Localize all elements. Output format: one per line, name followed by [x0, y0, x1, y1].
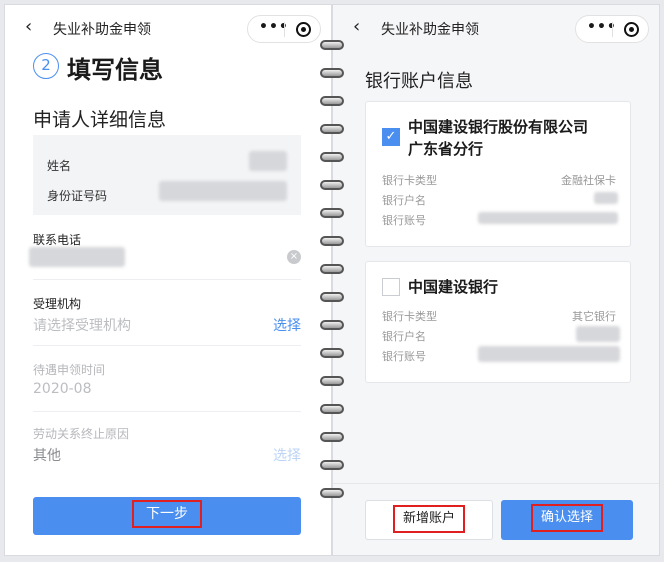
card-type-value: 其它银行 — [572, 310, 616, 323]
mini-program-capsule: ••• — [575, 15, 649, 43]
binder-ring — [320, 96, 344, 106]
account-number-redacted — [478, 212, 618, 224]
binder-ring — [320, 152, 344, 162]
clear-icon[interactable]: × — [287, 250, 301, 264]
holder-name-redacted — [594, 192, 618, 204]
right-screen: ‹ 失业补助金申领 ••• 银行账户信息 ✓ 中国建设银行股份有限公司 广东省分… — [332, 4, 660, 556]
binder-ring — [320, 488, 344, 498]
bank-account-card[interactable]: ✓ 中国建设银行股份有限公司 广东省分行 银行卡类型 金融社保卡 银行户名 银行… — [365, 101, 631, 247]
agency-select-link[interactable]: 选择 — [273, 315, 301, 335]
binder-ring — [320, 264, 344, 274]
account-number-label: 银行账号 — [382, 214, 426, 227]
next-step-button[interactable]: 下一步 — [33, 497, 301, 535]
mini-program-capsule: ••• — [247, 15, 321, 43]
bank-section-title: 银行账户信息 — [365, 71, 473, 92]
close-target-icon[interactable] — [624, 22, 639, 37]
account-number-label: 银行账号 — [382, 350, 426, 363]
nav-title: 失业补助金申领 — [381, 22, 479, 38]
holder-name-label: 银行户名 — [382, 330, 426, 343]
divider — [33, 411, 301, 412]
binder-ring — [320, 404, 344, 414]
termination-reason-value: 其他 — [33, 448, 61, 464]
step-title: 填写信息 — [67, 56, 163, 84]
binder-ring — [320, 376, 344, 386]
bank-name-line1: 中国建设银行 — [408, 278, 499, 296]
name-label: 姓名 — [47, 159, 72, 173]
step-number-badge: 2 — [33, 53, 59, 79]
benefit-time-value: 2020-08 — [33, 381, 92, 397]
checkbox-checked-icon[interactable]: ✓ — [382, 128, 400, 146]
checkbox-unchecked-icon[interactable] — [382, 278, 400, 296]
capsule-divider — [284, 22, 285, 37]
agency-label: 受理机构 — [33, 297, 82, 311]
card-type-label: 银行卡类型 — [382, 310, 437, 323]
bank-name-line1: 中国建设银行股份有限公司 — [408, 118, 589, 136]
applicant-info-box: 姓名 身份证号码 — [33, 135, 301, 215]
confirm-selection-button[interactable]: 确认选择 — [501, 500, 633, 540]
termination-reason-label: 劳动关系终止原因 — [33, 427, 130, 441]
account-number-redacted — [478, 346, 620, 362]
divider — [33, 279, 301, 280]
id-number-redacted — [159, 181, 287, 201]
binder-ring — [320, 40, 344, 50]
bank-name-line2: 广东省分行 — [408, 140, 484, 158]
bank-account-card[interactable]: 中国建设银行 银行卡类型 其它银行 银行户名 银行账号 — [365, 261, 631, 383]
close-target-icon[interactable] — [296, 22, 311, 37]
footer-action-bar: 新增账户 确认选择 — [333, 483, 659, 555]
confirm-selection-label: 确认选择 — [530, 504, 603, 532]
binder-ring — [320, 292, 344, 302]
agency-placeholder[interactable]: 请选择受理机构 — [33, 315, 131, 335]
back-icon[interactable]: ‹ — [25, 16, 32, 37]
binder-ring — [320, 460, 344, 470]
nav-bar: ‹ 失业补助金申领 ••• — [333, 5, 659, 49]
add-account-label: 新增账户 — [392, 505, 465, 533]
left-screen: ‹ 失业补助金申领 ••• 2 填写信息 申请人详细信息 姓名 身份证号码 联系… — [4, 4, 332, 556]
card-type-label: 银行卡类型 — [382, 174, 437, 187]
name-value-redacted — [249, 151, 287, 171]
id-number-label: 身份证号码 — [47, 189, 108, 203]
holder-name-redacted — [576, 326, 620, 342]
holder-name-label: 银行户名 — [382, 194, 426, 207]
phone-input-redacted[interactable] — [29, 247, 125, 267]
binder-ring — [320, 348, 344, 358]
nav-title: 失业补助金申领 — [53, 22, 151, 38]
capsule-divider — [612, 22, 613, 37]
divider — [33, 345, 301, 346]
binder-ring — [320, 432, 344, 442]
termination-select-link[interactable]: 选择 — [273, 445, 301, 465]
benefit-time-label: 待遇申领时间 — [33, 363, 106, 377]
binder-ring — [320, 124, 344, 134]
section-title: 申请人详细信息 — [33, 109, 167, 131]
add-account-button[interactable]: 新增账户 — [365, 500, 493, 540]
binder-ring — [320, 320, 344, 330]
back-icon[interactable]: ‹ — [353, 16, 360, 37]
card-type-value: 金融社保卡 — [561, 174, 616, 187]
binder-ring — [320, 208, 344, 218]
nav-bar: ‹ 失业补助金申领 ••• — [5, 5, 331, 49]
binder-rings — [320, 40, 344, 510]
binder-ring — [320, 68, 344, 78]
phone-label: 联系电话 — [33, 233, 82, 247]
binder-ring — [320, 236, 344, 246]
next-step-label: 下一步 — [132, 500, 202, 528]
binder-ring — [320, 180, 344, 190]
